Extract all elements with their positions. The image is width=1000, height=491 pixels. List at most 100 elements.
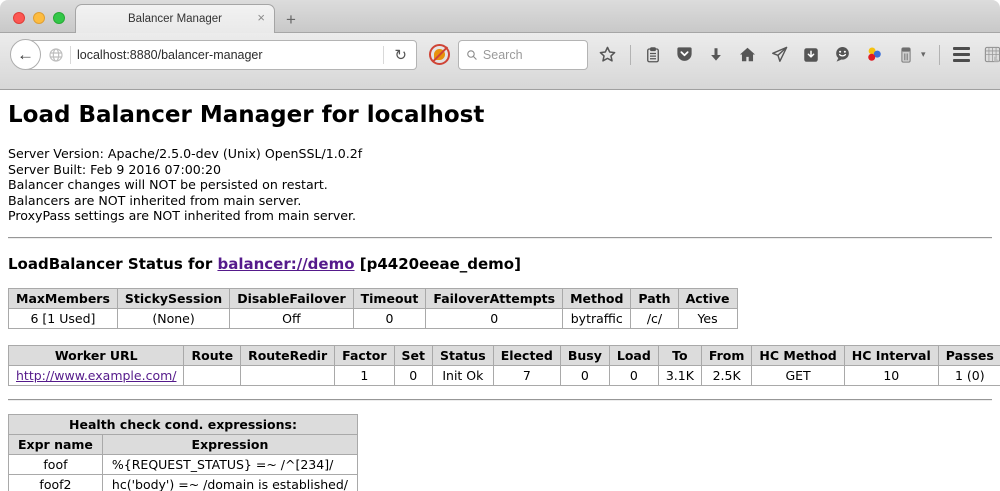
search-box[interactable] (458, 40, 588, 70)
cell-path: /c/ (631, 308, 678, 328)
cell-from: 2.5K (701, 365, 752, 385)
pocket-icon[interactable] (675, 45, 694, 64)
server-info: Server Version: Apache/2.5.0-dev (Unix) … (8, 146, 992, 224)
cell-busy: 0 (560, 365, 609, 385)
page-content: Load Balancer Manager for localhost Serv… (0, 90, 1000, 491)
table-row: http://www.example.com/ 1 0 Init Ok 7 0 … (9, 365, 1000, 385)
column-header: HC Method (752, 345, 844, 365)
close-tab-icon[interactable]: × (257, 11, 265, 24)
extension-battery-icon[interactable] (897, 45, 915, 65)
reading-list-clipboard-icon[interactable] (644, 46, 662, 64)
column-header: Busy (560, 345, 609, 365)
window-zoom-button[interactable] (53, 12, 65, 24)
window-close-button[interactable] (13, 12, 25, 24)
column-header: Status (433, 345, 494, 365)
table-row: foof2 hc('body') =~ /domain is establish… (9, 474, 358, 491)
column-header: From (701, 345, 752, 365)
server-info-line: ProxyPass settings are NOT inherited fro… (8, 208, 992, 224)
flash-blocked-icon[interactable] (429, 44, 450, 65)
cell-load: 0 (609, 365, 658, 385)
site-identity-globe-icon (48, 47, 64, 63)
divider (8, 399, 992, 401)
column-header: Timeout (353, 288, 426, 308)
browser-window: Balancer Manager × + ← localhost:8880/ba… (0, 0, 1000, 491)
url-text: localhost:8880/balancer-manager (77, 48, 377, 62)
server-info-line: Balancer changes will NOT be persisted o… (8, 177, 992, 193)
cell-factor: 1 (335, 365, 394, 385)
worker-url-link[interactable]: http://www.example.com/ (16, 368, 176, 383)
urlbar-separator (383, 46, 384, 64)
column-header: Route (184, 345, 241, 365)
toolbar-icons: ▾ (598, 39, 1000, 70)
column-header: Factor (335, 345, 394, 365)
status-heading-suffix: [p4420eeae_demo] (355, 255, 521, 273)
navigation-toolbar: ← localhost:8880/balancer-manager ↻ (0, 33, 1000, 90)
search-input[interactable] (483, 48, 580, 62)
tab-title: Balancer Manager (128, 13, 222, 25)
table-title-row: Health check cond. expressions: (9, 414, 358, 434)
reload-button[interactable]: ↻ (390, 46, 411, 64)
extension-dropdown-icon[interactable]: ▾ (921, 49, 926, 60)
cell-to: 3.1K (658, 365, 701, 385)
cell-stickysession: (None) (117, 308, 229, 328)
new-tab-button[interactable]: + (286, 11, 296, 28)
cell-status: Init Ok (433, 365, 494, 385)
downloads-icon[interactable] (707, 46, 725, 64)
status-heading-prefix: LoadBalancer Status for (8, 255, 217, 273)
window-minimize-button[interactable] (33, 12, 45, 24)
cell-maxmembers: 6 [1 Used] (9, 308, 118, 328)
menu-hamburger-icon[interactable] (953, 45, 970, 64)
worker-table: Worker URL Route RouteRedir Factor Set S… (8, 345, 1000, 386)
column-header: HC Interval (844, 345, 938, 365)
cell-hc-method: GET (752, 365, 844, 385)
column-header: RouteRedir (241, 345, 335, 365)
extension-download-square-icon[interactable] (802, 46, 820, 64)
cell-expression: %{REQUEST_STATUS} =~ /^[234]/ (102, 454, 357, 474)
tab-bar: Balancer Manager × + (0, 0, 1000, 33)
cell-method: bytraffic (563, 308, 631, 328)
cell-active: Yes (678, 308, 737, 328)
column-header: FailoverAttempts (426, 288, 563, 308)
column-header: Path (631, 288, 678, 308)
table-row: foof %{REQUEST_STATUS} =~ /^[234]/ (9, 454, 358, 474)
downloadhelper-balls-icon[interactable] (865, 45, 884, 64)
table-header-row: MaxMembers StickySession DisableFailover… (9, 288, 738, 308)
cell-route (184, 365, 241, 385)
column-header: Load (609, 345, 658, 365)
cell-passes: 1 (0) (938, 365, 1000, 385)
urlbar-separator (70, 46, 71, 64)
url-bar[interactable]: localhost:8880/balancer-manager ↻ (25, 40, 417, 70)
column-header: MaxMembers (9, 288, 118, 308)
cell-set: 0 (394, 365, 432, 385)
table-header-row: Expr name Expression (9, 434, 358, 454)
server-info-line: Balancers are NOT inherited from main se… (8, 193, 992, 209)
tab-balancer-manager[interactable]: Balancer Manager × (75, 4, 275, 33)
column-header: Elected (493, 345, 560, 365)
send-plane-icon[interactable] (770, 45, 789, 64)
bookmark-star-icon[interactable] (598, 45, 617, 64)
divider (8, 237, 992, 239)
column-header: Method (563, 288, 631, 308)
health-check-table: Health check cond. expressions: Expr nam… (8, 414, 358, 491)
cell-hc-interval: 10 (844, 365, 938, 385)
cell-expression: hc('body') =~ /domain is established/ (102, 474, 357, 491)
back-button[interactable]: ← (10, 39, 41, 70)
page-title: Load Balancer Manager for localhost (8, 90, 992, 128)
balancer-demo-link[interactable]: balancer://demo (217, 255, 354, 273)
tiles-grid-icon[interactable] (983, 45, 1000, 64)
column-header: Active (678, 288, 737, 308)
column-header: StickySession (117, 288, 229, 308)
column-header: Expr name (9, 434, 103, 454)
column-header: Expression (102, 434, 357, 454)
smiley-chat-icon[interactable] (833, 45, 852, 64)
cell-worker-url: http://www.example.com/ (9, 365, 184, 385)
traffic-lights (13, 12, 65, 24)
home-icon[interactable] (738, 45, 757, 64)
cell-timeout: 0 (353, 308, 426, 328)
balancer-settings-table: MaxMembers StickySession DisableFailover… (8, 288, 738, 329)
cell-elected: 7 (493, 365, 560, 385)
cell-expr-name: foof (9, 454, 103, 474)
cell-routeredir (241, 365, 335, 385)
toolbar-separator (630, 45, 631, 65)
column-header: DisableFailover (230, 288, 353, 308)
